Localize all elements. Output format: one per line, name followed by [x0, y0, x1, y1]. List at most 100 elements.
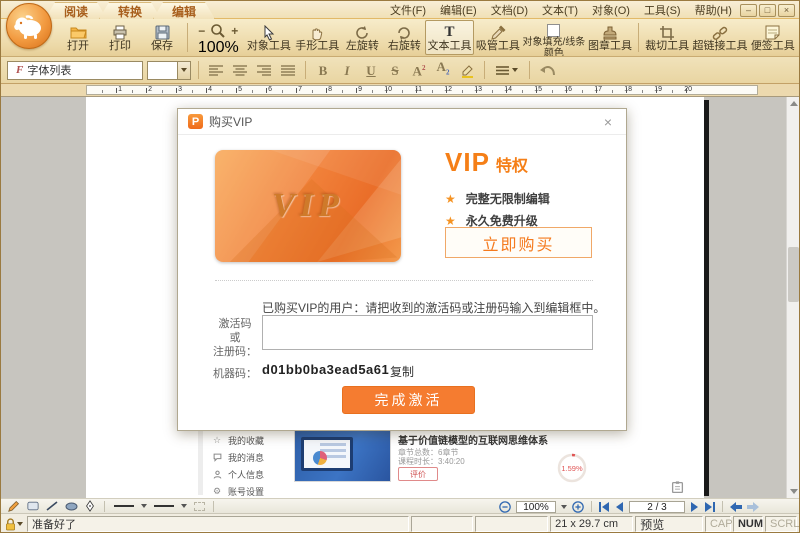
subscript-button[interactable]: A2: [433, 60, 453, 80]
caps-lock-indicator: CAP: [705, 516, 731, 532]
scroll-down-arrow[interactable]: [787, 485, 800, 498]
menu-item[interactable]: 对象(O): [587, 1, 635, 19]
stamp-tool-button[interactable]: 图章工具: [586, 20, 634, 55]
maximize-button[interactable]: □: [759, 4, 776, 17]
menu-item[interactable]: 编辑(E): [435, 1, 482, 19]
strikethrough-button[interactable]: S: [385, 60, 405, 80]
align-justify-button[interactable]: [278, 60, 298, 80]
menu-item[interactable]: 帮助(H): [690, 1, 737, 19]
print-button[interactable]: 打印: [99, 20, 141, 55]
zoom-level-box[interactable]: 100%: [516, 501, 556, 513]
last-page-button[interactable]: [704, 502, 715, 512]
page-indicator[interactable]: 2 / 3: [629, 501, 685, 513]
toolbar-separator: [187, 23, 188, 52]
align-right-button[interactable]: [254, 60, 274, 80]
underline-button[interactable]: U: [361, 60, 381, 80]
vip-title-sub: 特权: [496, 152, 528, 176]
line-style-dropdown[interactable]: [492, 60, 522, 80]
open-button[interactable]: 打开: [57, 20, 99, 55]
note-tool-button[interactable]: 便签工具: [749, 20, 797, 55]
ruler-tick: 12: [417, 86, 447, 94]
ellipse-tool-icon[interactable]: [64, 500, 78, 512]
menu-item[interactable]: 文本(T): [537, 1, 583, 19]
superscript-button[interactable]: A2: [409, 60, 429, 80]
line-tool-icon[interactable]: [45, 500, 59, 512]
drawing-toolbar: 100% 2 / 3: [1, 498, 799, 513]
italic-button[interactable]: I: [337, 60, 357, 80]
highlight-button[interactable]: [457, 60, 477, 80]
ribbon-tab[interactable]: 转换: [99, 2, 161, 19]
zoom-in-button[interactable]: [572, 501, 584, 513]
eyedropper-tool-button[interactable]: 吸管工具: [474, 20, 522, 55]
line-width-dropdown[interactable]: [112, 500, 136, 512]
dialog-title-bar[interactable]: P 购买VIP ×: [178, 109, 626, 135]
status-message: 准备好了: [27, 516, 409, 532]
activation-code-input[interactable]: [262, 315, 593, 350]
status-bar: 准备好了 21 x 29.7 cm 预览 CAP NUM SCRL: [1, 513, 799, 533]
hand-icon: [308, 24, 326, 41]
fill-color-tool-button[interactable]: 对象填充/线条 颜色: [522, 20, 586, 55]
lock-caret-icon[interactable]: [17, 522, 23, 526]
magnifier-icon: [210, 23, 226, 39]
crop-tool-button[interactable]: 裁切工具: [643, 20, 691, 55]
pencil-tool-icon[interactable]: [7, 500, 21, 512]
align-center-button[interactable]: [230, 60, 250, 80]
ruler-tick: 14: [477, 86, 507, 94]
first-page-button[interactable]: [599, 502, 610, 512]
font-family-combobox[interactable]: F 字体列表: [7, 61, 143, 80]
gear-icon: ⚙: [213, 486, 223, 496]
zoom-out-icon[interactable]: −: [198, 25, 205, 37]
menu-item[interactable]: 工具(S): [639, 1, 686, 19]
line-width-caret-icon[interactable]: [141, 504, 147, 508]
rotate-right-button[interactable]: 右旋转: [383, 20, 425, 55]
line-dash-dropdown[interactable]: [152, 500, 176, 512]
dialog-close-icon[interactable]: ×: [600, 114, 616, 130]
hyperlink-tool-button[interactable]: 超链接工具: [691, 20, 748, 55]
font-size-dropdown-icon[interactable]: [177, 62, 190, 79]
rectangle-tool-icon[interactable]: [26, 500, 40, 512]
privilege-item: ★ 完整无限制编辑: [445, 190, 605, 207]
machine-code-value: d01bb0ba3ead5a61: [262, 362, 389, 377]
history-back-button[interactable]: [730, 502, 742, 512]
text-tool-button[interactable]: T 文本工具: [425, 20, 473, 55]
chat-icon: [213, 453, 223, 462]
previous-page-button[interactable]: [615, 502, 624, 512]
ruler-tick: 10: [357, 86, 387, 94]
scrollbar-thumb[interactable]: [788, 247, 799, 302]
ribbon-tab[interactable]: 编辑: [153, 2, 215, 19]
line-dash-caret-icon[interactable]: [181, 504, 187, 508]
vertical-scrollbar[interactable]: [786, 97, 799, 498]
hand-tool-button[interactable]: 手形工具: [293, 20, 341, 55]
next-page-button[interactable]: [690, 502, 699, 512]
zoom-in-icon[interactable]: +: [231, 25, 238, 37]
lock-control[interactable]: [3, 518, 25, 531]
scroll-up-arrow[interactable]: [787, 97, 800, 110]
ribbon-tab[interactable]: 阅读: [45, 2, 107, 19]
font-size-combobox[interactable]: [147, 61, 191, 80]
history-forward-button[interactable]: [747, 502, 759, 512]
buy-now-button[interactable]: 立即购买: [445, 227, 592, 258]
object-tool-button[interactable]: 对象工具: [245, 20, 293, 55]
minimize-button[interactable]: –: [740, 4, 757, 17]
save-button[interactable]: 保存: [141, 20, 183, 55]
bold-button[interactable]: B: [313, 60, 333, 80]
align-left-button[interactable]: [206, 60, 226, 80]
ruler-tick: 1: [87, 86, 117, 94]
complete-activation-button[interactable]: 完成激活: [342, 386, 475, 414]
zoom-caret-icon[interactable]: [561, 505, 567, 509]
menu-item[interactable]: 文件(F): [385, 1, 431, 19]
rotate-left-button[interactable]: 左旋转: [341, 20, 383, 55]
sidebar-item-settings: ⚙ 账号设置: [213, 486, 286, 496]
font-family-value: 字体列表: [27, 62, 71, 78]
fill-color-swatch-icon: [545, 24, 563, 37]
pen-tool-icon[interactable]: [83, 500, 97, 512]
close-button[interactable]: ×: [778, 4, 795, 17]
undo-button[interactable]: [537, 60, 557, 80]
star-bullet-icon: ★: [445, 214, 456, 228]
zoom-out-button[interactable]: [499, 501, 511, 513]
menu-item[interactable]: 文档(D): [486, 1, 533, 19]
ruler-tick: 3: [147, 86, 177, 94]
course-duration: 课程时长：3:40:20: [398, 456, 465, 467]
ruler-tick: 13: [447, 86, 477, 94]
copy-machine-code-link[interactable]: 复制: [390, 363, 414, 380]
